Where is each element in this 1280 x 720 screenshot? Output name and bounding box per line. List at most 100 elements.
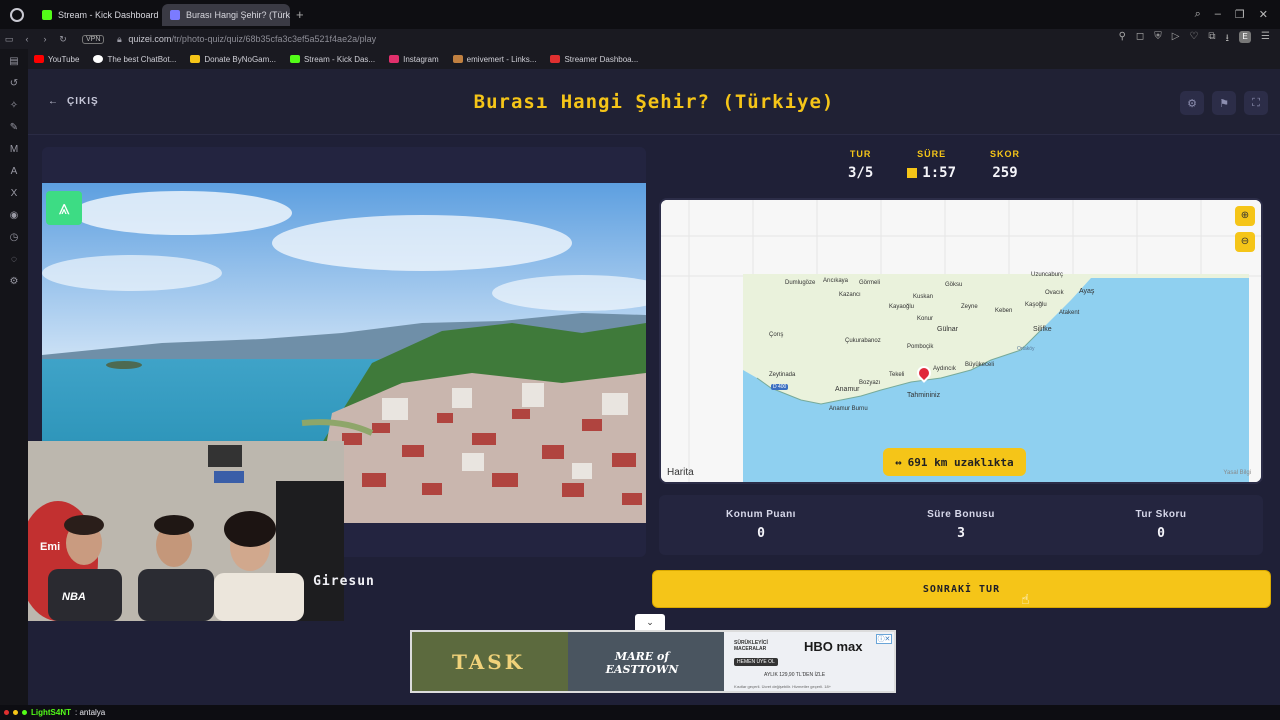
advertisement-banner[interactable]: TASK MARE of EASTTOWN SÜRÜKLEYİCİ MACERA… — [410, 630, 896, 693]
profile-avatar[interactable]: E — [1239, 30, 1252, 43]
round-score-value: 0 — [1157, 526, 1165, 541]
reload-icon[interactable]: ↻ — [54, 34, 72, 45]
map-place: Zeyne — [961, 304, 978, 310]
bookmark-linktree[interactable]: emivemert - Links... — [452, 55, 536, 64]
map-place: Görmeli — [859, 280, 881, 286]
settings-icon[interactable]: ⚙ — [7, 275, 21, 289]
bookmark-instagram[interactable]: Instagram — [389, 55, 439, 64]
guess-marker-label: Tahmininiz — [907, 392, 941, 399]
extensions-icon[interactable]: ⧉ — [1208, 31, 1215, 48]
distance-text: 691 km uzaklıkta — [907, 455, 1014, 469]
history-icon[interactable]: ↺ — [7, 77, 21, 91]
ad-close-icon[interactable]: ⓘ✕ — [876, 634, 892, 644]
back-arrow-icon[interactable]: ‹ — [18, 34, 36, 44]
score-value: 259 — [992, 165, 1018, 181]
mail-icon[interactable]: M — [7, 143, 21, 157]
play-icon[interactable]: ▷ — [1172, 31, 1180, 48]
bookmarks-bar: YouTube The best ChatBot... Donate ByNoG… — [28, 49, 1280, 69]
bookmark-label: Streamer Dashboa... — [564, 54, 639, 64]
zoom-out-button[interactable]: ⊖ — [1235, 232, 1255, 252]
chat-icon[interactable]: ◌ — [7, 253, 21, 267]
tab-label: Stream - Kick Dashboard — [58, 9, 159, 20]
browser-logo-icon[interactable] — [10, 7, 24, 22]
map-place: Bozyazı — [859, 380, 881, 386]
ad-cta[interactable]: HEMEN ÜYE OL — [734, 658, 778, 666]
player-icon[interactable]: ◉ — [7, 209, 21, 223]
bookmark-youtube[interactable]: YouTube — [34, 55, 79, 64]
pin-icon[interactable]: ⚲ — [1119, 31, 1126, 48]
x-icon[interactable]: X — [7, 187, 21, 201]
search-icon[interactable]: ⌕ — [1195, 8, 1201, 21]
timer-icon — [907, 168, 918, 178]
fullscreen-icon: ⛶ — [1252, 96, 1260, 109]
map-place: Ovacık — [1045, 290, 1064, 296]
fullscreen-button[interactable]: ⛶ — [1244, 91, 1268, 115]
shirt-text: NBA — [62, 591, 86, 603]
kick-favicon-icon — [42, 9, 52, 20]
map-place: Göksu — [945, 282, 963, 288]
stream-chat-overlay: LightS4NT : antalya — [0, 705, 1280, 720]
sidebar-toggle-icon[interactable]: ▭ — [0, 34, 18, 45]
menu-icon[interactable]: ☰ — [1261, 31, 1270, 48]
chevron-down-icon: ⌄ — [646, 617, 654, 627]
road-sign: D 400 — [771, 384, 789, 390]
app-icon[interactable]: A — [7, 165, 21, 179]
minimize-icon[interactable]: – — [1215, 8, 1221, 21]
round-value: 3/5 — [848, 165, 874, 181]
workspaces-icon[interactable]: ▤ — [7, 55, 21, 69]
bookmark-donate[interactable]: Donate ByNoGam... — [190, 55, 276, 64]
shield-icon[interactable]: ⛨ — [1154, 31, 1162, 48]
map-place: Keben — [995, 308, 1013, 314]
close-window-icon[interactable]: ✕ — [1259, 8, 1268, 21]
time-bonus-value: 3 — [957, 526, 965, 541]
browser-sidebar: ▤ ↺ ✧ ✎ M A X ◉ ◷ ◌ ⚙ — [0, 49, 28, 705]
map-legal-link[interactable]: Yasal Bilgi — [1223, 470, 1251, 476]
toolbar-icons: ⚲ ◻ ⛨ ▷ ♡ ⧉ ⭳ E ☰ — [1119, 30, 1270, 48]
bookmark-label: Donate ByNoGam... — [204, 54, 276, 64]
map-canvas[interactable] — [661, 200, 1261, 482]
location-score: Konum Puanı 0 — [661, 509, 861, 541]
heart-icon[interactable]: ♡ — [1189, 31, 1198, 48]
vpn-badge[interactable]: VPN — [82, 34, 105, 44]
guess-map[interactable]: Dumlugöze Arıcıkaya Görmeli Göksu Uzunca… — [659, 198, 1263, 484]
window-controls: ⌕ – ❐ ✕ — [1195, 8, 1268, 21]
bookmark-streamer-dashboard[interactable]: Streamer Dashboa... — [550, 55, 638, 64]
tab-quiz[interactable]: Burası Hangi Şehir? (Türk ✕ — [162, 3, 290, 26]
bookmark-chatbot[interactable]: The best ChatBot... — [93, 55, 176, 64]
forward-arrow-icon[interactable]: › — [36, 34, 54, 44]
restore-icon[interactable]: ❐ — [1235, 8, 1245, 21]
ad-legal: Kısıtlar geçerli. Ücret değişebilir. Hiz… — [734, 684, 832, 689]
badge-icon — [13, 710, 18, 715]
downloads-icon[interactable]: ⭳ — [1226, 31, 1230, 48]
settings-button[interactable]: ⚙ — [1180, 91, 1204, 115]
notes-icon[interactable]: ✎ — [7, 121, 21, 135]
header-actions: ⚙ ⚑ ⛶ — [1180, 91, 1268, 115]
new-tab-icon[interactable]: + — [296, 7, 304, 22]
ad-brand-task: TASK — [452, 650, 526, 674]
map-place: Uzuncaburç — [1031, 272, 1064, 278]
round-stat: TUR 3/5 — [848, 149, 873, 181]
ai-icon[interactable]: ✧ — [7, 99, 21, 113]
url-field[interactable]: quizei.com/tr/photo-quiz/quiz/68b35cfa3c… — [128, 34, 376, 44]
map-place: Silifke — [1033, 326, 1052, 333]
next-round-button[interactable]: SONRAKİ TUR — [652, 570, 1271, 608]
location-score-value: 0 — [757, 526, 765, 541]
map-place: Konur — [917, 316, 934, 322]
clock-icon[interactable]: ◷ — [7, 231, 21, 245]
kick-icon — [289, 55, 300, 63]
map-place: Aydıncık — [933, 366, 956, 372]
url-path: /tr/photo-quiz/quiz/68b35cfa3c3ef5a521f4… — [171, 34, 377, 44]
ad-collapse-button[interactable]: ⌄ — [635, 614, 665, 630]
tab-kick-dashboard[interactable]: Stream - Kick Dashboard — [34, 4, 162, 26]
time-bonus: Süre Bonusu 3 — [861, 509, 1061, 541]
bookmark-kick[interactable]: Stream - Kick Das... — [289, 55, 375, 64]
map-place: Gülnar — [937, 326, 959, 333]
hand-cursor-icon: ☝ — [1021, 591, 1030, 607]
distance-badge: ↔ 691 km uzaklıkta — [883, 448, 1026, 476]
zoom-in-button[interactable]: ⊕ — [1235, 206, 1255, 226]
snapshot-icon[interactable]: ◻ — [1136, 31, 1144, 48]
report-button[interactable]: ⚑ — [1212, 91, 1236, 115]
bookmark-label: The best ChatBot... — [107, 54, 177, 64]
tab-label: Burası Hangi Şehir? (Türk — [186, 9, 290, 20]
map-place: Tekeli — [889, 372, 905, 378]
